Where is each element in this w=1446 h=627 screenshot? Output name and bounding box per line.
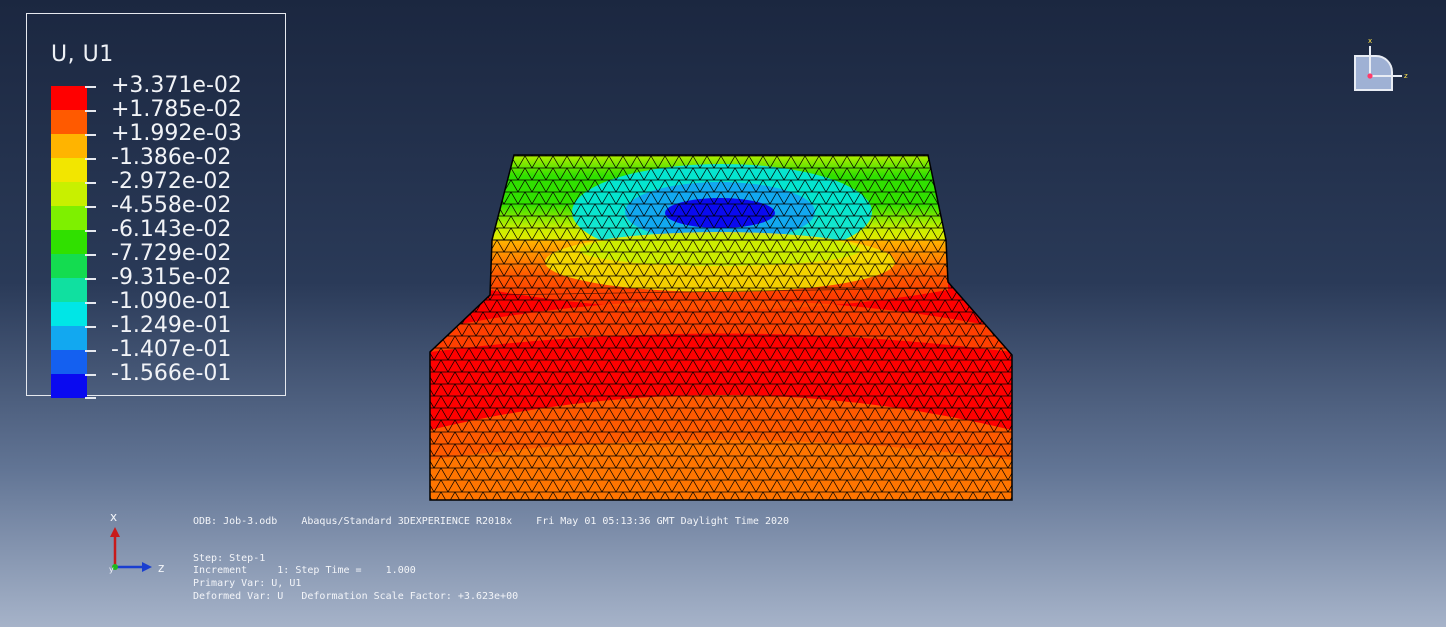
axis-x-label: x xyxy=(110,510,117,524)
viewport[interactable]: U, U1 +3.371e-02 +1.785e-02 +1.992e-03 -1.3… xyxy=(0,0,1446,627)
triad-z-label: z xyxy=(1404,72,1408,80)
triad-x-label: x xyxy=(1368,37,1372,45)
axis-y-label: y xyxy=(109,565,114,574)
deformed-var-info: Deformed Var: U Deformation Scale Factor… xyxy=(193,591,519,602)
global-axes: x z y xyxy=(109,510,164,575)
fe-mesh-contour[interactable] xyxy=(0,0,1446,627)
primary-var-info: Primary Var: U, U1 xyxy=(193,578,302,589)
mesh-grid xyxy=(430,155,1012,500)
increment-info: Increment 1: Step Time = 1.000 xyxy=(193,565,416,576)
odb-info: ODB: Job-3.odb Abaqus/Standard 3DEXPERIE… xyxy=(193,516,790,527)
triad-origin-dot xyxy=(1367,73,1373,79)
triad-frame-icon xyxy=(1354,55,1393,91)
x-axis-head xyxy=(110,527,120,537)
z-axis-head xyxy=(142,562,152,572)
view-triad[interactable]: x z xyxy=(1346,36,1416,100)
axis-z-label: z xyxy=(158,561,164,575)
step-info: Step: Step-1 xyxy=(193,553,266,564)
